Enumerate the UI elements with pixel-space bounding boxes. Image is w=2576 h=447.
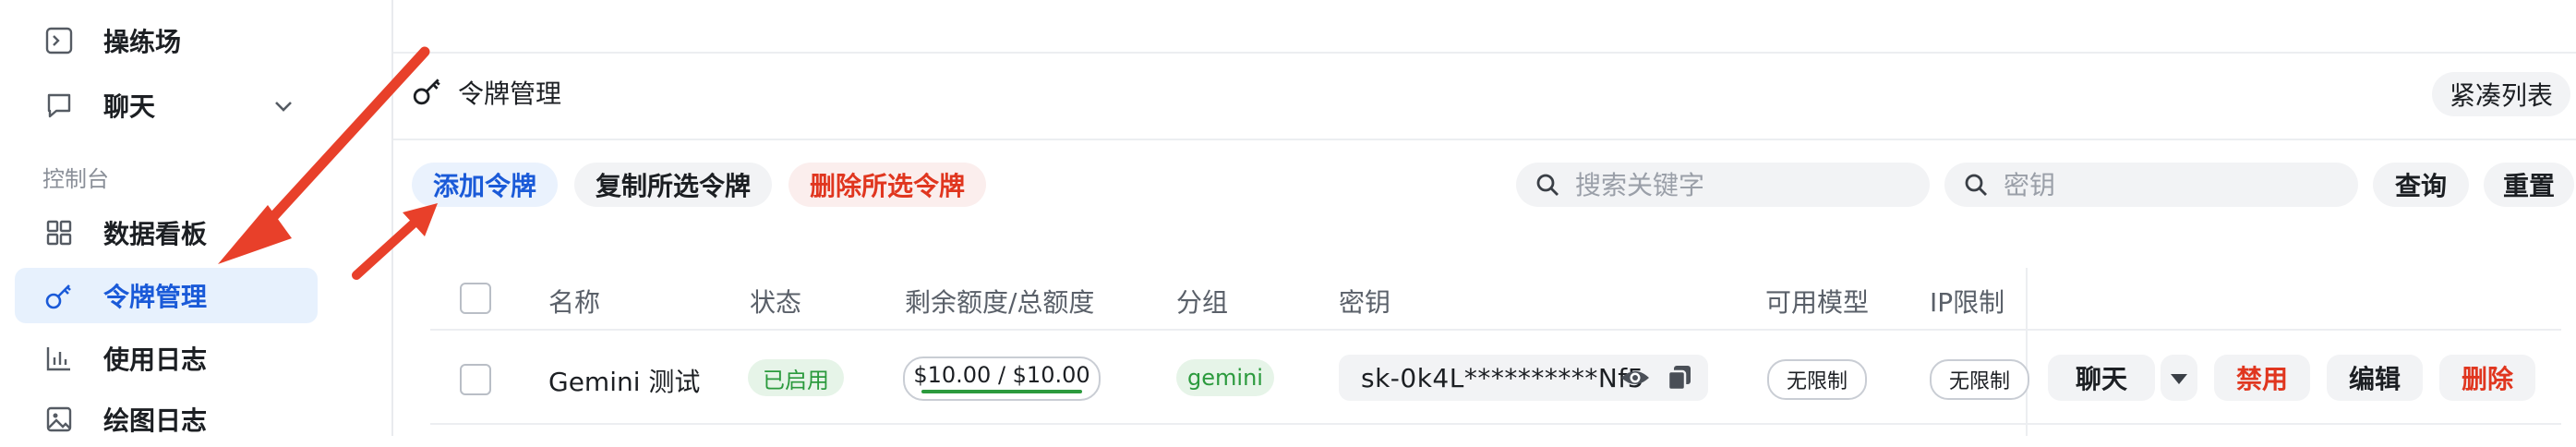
divider xyxy=(393,52,2576,54)
search-icon xyxy=(1961,170,1991,199)
sidebar-item-label: 数据看板 xyxy=(103,219,208,249)
page-header: 令牌管理 xyxy=(412,74,561,111)
models-limit-tag: 无限制 xyxy=(1767,359,1867,400)
edit-button[interactable]: 编辑 xyxy=(2327,355,2423,401)
divider xyxy=(393,139,2576,140)
ip-limit-tag: 无限制 xyxy=(1930,359,2029,400)
delete-button[interactable]: 删除 xyxy=(2439,355,2535,401)
quota-indicator: $10.00 / $10.00 xyxy=(903,356,1101,401)
sidebar-item-label: 聊天 xyxy=(103,91,156,122)
dashboard-grid-icon xyxy=(41,214,78,251)
compact-list-button[interactable]: 紧凑列表 xyxy=(2432,72,2570,116)
column-header-ip-limit[interactable]: IP限制 xyxy=(1930,283,2004,320)
sidebar-item-label: 使用日志 xyxy=(103,344,208,375)
image-icon xyxy=(41,401,78,438)
sidebar-item-usage-log[interactable]: 使用日志 xyxy=(15,331,318,386)
keyword-search-box[interactable] xyxy=(1516,163,1930,207)
sidebar-item-dashboard[interactable]: 数据看板 xyxy=(15,205,318,260)
query-button[interactable]: 查询 xyxy=(2373,163,2469,207)
sidebar-item-label: 令牌管理 xyxy=(103,282,208,312)
row-checkbox[interactable] xyxy=(460,364,491,395)
column-header-name[interactable]: 名称 xyxy=(548,283,600,320)
sidebar-item-label: 操练场 xyxy=(103,27,182,57)
quota-text: $10.00 / $10.00 xyxy=(913,362,1090,388)
sidebar-item-chat[interactable]: 聊天 xyxy=(15,78,318,133)
reset-button[interactable]: 重置 xyxy=(2484,163,2574,207)
divider xyxy=(430,423,2561,425)
column-header-key[interactable]: 密钥 xyxy=(1339,283,1390,320)
copy-selected-tokens-button[interactable]: 复制所选令牌 xyxy=(574,163,772,207)
token-key-text: sk-0k4L**********Nf5 xyxy=(1361,362,1644,393)
copy-icon[interactable] xyxy=(1666,363,1693,396)
add-token-button[interactable]: 添加令牌 xyxy=(412,163,558,207)
select-all-checkbox[interactable] xyxy=(460,283,491,314)
column-header-group[interactable]: 分组 xyxy=(1176,283,1228,320)
key-icon xyxy=(412,75,443,110)
quota-progress-fill xyxy=(921,390,1082,393)
sidebar: 操练场 聊天 控制台 数据看板 令牌管理 使用日志 绘图日志 xyxy=(0,0,393,436)
bar-chart-icon xyxy=(41,340,78,377)
key-icon xyxy=(41,277,78,314)
quota-progress-bar xyxy=(921,390,1082,393)
token-key-field: sk-0k4L**********Nf5 xyxy=(1339,355,1708,401)
divider xyxy=(430,329,2561,331)
chat-bubble-icon xyxy=(41,87,78,124)
disable-button[interactable]: 禁用 xyxy=(2214,355,2310,401)
chat-button[interactable]: 聊天 xyxy=(2048,355,2155,401)
column-header-models[interactable]: 可用模型 xyxy=(1765,283,1869,320)
group-badge: gemini xyxy=(1176,359,1274,396)
key-search-input[interactable] xyxy=(2002,168,2356,201)
chevron-down-icon[interactable] xyxy=(271,94,295,122)
token-name: Gemini 测试 xyxy=(548,367,701,397)
sidebar-item-token-management[interactable]: 令牌管理 xyxy=(15,268,318,323)
chat-dropdown-button[interactable] xyxy=(2161,355,2197,401)
page-title: 令牌管理 xyxy=(458,79,562,109)
status-badge: 已启用 xyxy=(748,359,844,396)
delete-selected-tokens-button[interactable]: 删除所选令牌 xyxy=(788,163,986,207)
eye-icon[interactable] xyxy=(1619,363,1651,396)
sidebar-item-playground[interactable]: 操练场 xyxy=(15,13,318,68)
caret-down-icon xyxy=(2168,363,2190,393)
sidebar-group-console: 控制台 xyxy=(42,166,109,192)
terminal-icon xyxy=(41,22,78,59)
column-header-quota[interactable]: 剩余额度/总额度 xyxy=(905,283,1094,320)
sidebar-item-label: 绘图日志 xyxy=(103,405,208,436)
key-search-box[interactable] xyxy=(1944,163,2358,207)
keyword-search-input[interactable] xyxy=(1573,168,1928,201)
column-header-status[interactable]: 状态 xyxy=(750,283,801,320)
sidebar-item-drawing-log[interactable]: 绘图日志 xyxy=(15,392,318,447)
divider xyxy=(2026,268,2028,436)
search-icon xyxy=(1533,170,1562,199)
